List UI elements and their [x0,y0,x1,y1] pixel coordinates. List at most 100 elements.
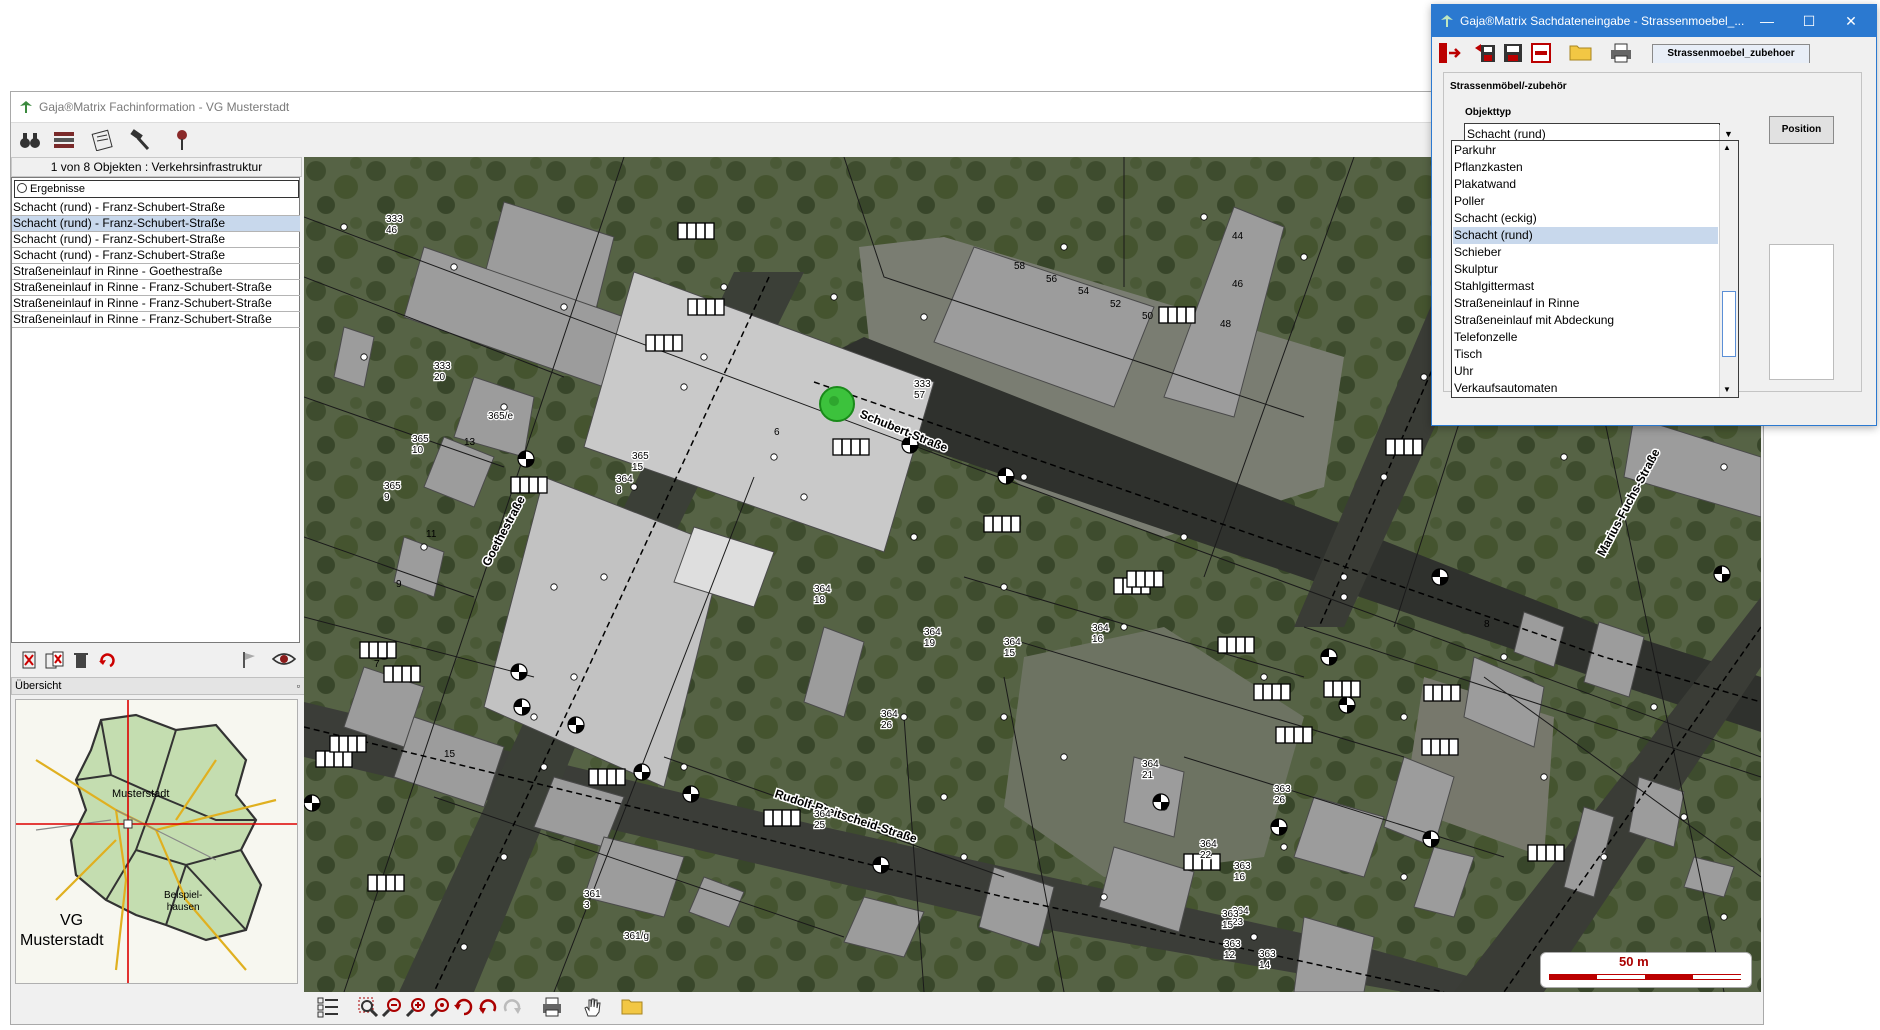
gully-symbol[interactable] [1275,726,1313,744]
close-button[interactable]: ✕ [1836,11,1866,31]
dropdown-option[interactable]: Skulptur [1453,261,1718,278]
manhole-symbol[interactable] [1431,568,1449,586]
delete-all-icon[interactable] [45,651,65,671]
dropdown-option[interactable]: Schacht (rund) [1453,227,1718,244]
delete-record-icon[interactable] [1528,42,1554,66]
gully-symbol[interactable] [588,768,626,786]
zoom-in-icon[interactable] [404,996,428,1020]
folder-icon[interactable] [620,996,644,1020]
undo-icon[interactable] [476,996,500,1020]
result-item[interactable]: Schacht (rund) - Franz-Schubert-Straße [12,216,300,232]
manhole-symbol[interactable] [682,785,700,803]
hammer-icon[interactable] [127,127,153,153]
dropdown-option[interactable]: Pflanzkasten [1453,159,1718,176]
dropdown-option[interactable]: Verkaufsautomaten [1453,380,1718,397]
result-item[interactable]: Schacht (rund) - Franz-Schubert-Straße [12,248,300,264]
delete-selected-icon[interactable] [19,651,39,671]
notes-icon[interactable] [89,127,115,153]
overview-map[interactable]: Musterstadt Beispiel- hausen VG Musterst… [15,699,298,984]
gully-symbol[interactable] [315,750,353,768]
gully-symbol[interactable] [367,874,405,892]
scrollbar-thumb[interactable] [1722,291,1736,357]
gully-symbol[interactable] [677,222,715,240]
zoom-all-icon[interactable] [428,996,452,1020]
dropdown-option[interactable]: Straßeneinlauf in Rinne [1453,295,1718,312]
scroll-down-icon[interactable]: ▼ [1723,385,1731,394]
gully-symbol[interactable] [763,809,801,827]
manhole-symbol[interactable] [510,663,528,681]
eye-icon[interactable] [271,651,297,671]
scroll-up-icon[interactable]: ▲ [1723,143,1731,152]
manhole-symbol[interactable] [304,794,321,812]
position-button[interactable]: Position [1769,116,1834,144]
dropdown-option[interactable]: Plakatwand [1453,176,1718,193]
exit-icon[interactable] [1436,42,1462,66]
gully-symbol[interactable] [510,476,548,494]
flag-icon[interactable] [239,651,259,671]
trash-icon[interactable] [71,651,91,671]
gully-symbol[interactable] [329,735,367,753]
pin-icon[interactable]: ▫ [297,678,300,694]
gully-symbol[interactable] [1217,636,1255,654]
gully-symbol[interactable] [983,515,1021,533]
manhole-symbol[interactable] [517,450,535,468]
pan-hand-icon[interactable] [580,996,604,1020]
notes-textarea[interactable] [1769,244,1834,380]
print-icon[interactable] [1608,42,1634,66]
dropdown-option[interactable]: Uhr [1453,363,1718,380]
save-back-icon[interactable] [1472,42,1498,66]
gully-symbol[interactable] [1253,683,1291,701]
dropdown-option[interactable]: Tisch [1453,346,1718,363]
zoom-box-icon[interactable] [356,996,380,1020]
layers-icon[interactable] [51,127,77,153]
legend-icon[interactable] [316,996,340,1020]
manhole-symbol[interactable] [1152,793,1170,811]
pushpin-icon[interactable] [169,127,195,153]
gully-symbol[interactable] [1423,684,1461,702]
gully-symbol[interactable] [1385,438,1423,456]
manhole-symbol[interactable] [1338,696,1356,714]
gully-symbol[interactable] [645,334,683,352]
manhole-symbol[interactable] [872,856,890,874]
gully-symbol[interactable] [359,641,397,659]
zoom-out-icon[interactable] [380,996,404,1020]
dropdown-scrollbar[interactable]: ▲ ▼ [1719,141,1738,397]
minimize-button[interactable]: — [1752,11,1782,31]
manhole-symbol[interactable] [1320,648,1338,666]
dropdown-option[interactable]: Schacht (eckig) [1453,210,1718,227]
dropdown-option[interactable]: Parkuhr [1453,142,1718,159]
dropdown-option[interactable]: Stahlgittermast [1453,278,1718,295]
results-group-header[interactable]: Ergebnisse [14,180,299,198]
dropdown-option[interactable]: Straßeneinlauf mit Abdeckung [1453,312,1718,329]
dropdown-option[interactable]: Schieber [1453,244,1718,261]
redo-icon[interactable] [500,996,524,1020]
manhole-symbol[interactable] [633,763,651,781]
manhole-symbol[interactable] [513,698,531,716]
gully-symbol[interactable] [832,438,870,456]
gully-symbol[interactable] [1126,570,1164,588]
manhole-symbol[interactable] [567,716,585,734]
refresh-icon[interactable] [452,996,476,1020]
dropdown-option[interactable]: Telefonzelle [1453,329,1718,346]
result-item[interactable]: Straßeneinlauf in Rinne - Franz-Schubert… [12,312,300,328]
result-item[interactable]: Straßeneinlauf in Rinne - Goethestraße [12,264,300,280]
print-icon[interactable] [540,996,564,1020]
gully-symbol[interactable] [1323,680,1361,698]
manhole-symbol[interactable] [1270,818,1288,836]
maximize-button[interactable]: ☐ [1794,11,1824,31]
gully-symbol[interactable] [1158,306,1196,324]
objecttype-dropdown-list[interactable]: Parkuhr Pflanzkasten Plakatwand Poller Schac… [1451,140,1739,398]
result-list[interactable]: Ergebnisse Schacht (rund) - Franz-Schube… [11,177,300,643]
result-item[interactable]: Straßeneinlauf in Rinne - Franz-Schubert… [12,296,300,312]
result-item[interactable]: Schacht (rund) - Franz-Schubert-Straße [12,232,300,248]
gully-symbol[interactable] [1421,738,1459,756]
manhole-symbol[interactable] [1422,830,1440,848]
gully-symbol[interactable] [687,298,725,316]
result-item[interactable]: Schacht (rund) - Franz-Schubert-Straße [12,200,300,216]
gully-symbol[interactable] [1527,844,1565,862]
manhole-symbol[interactable] [997,467,1015,485]
manhole-symbol[interactable] [1713,565,1731,583]
gully-symbol[interactable] [383,665,421,683]
binoculars-icon[interactable] [17,127,43,153]
folder-icon[interactable] [1568,42,1594,66]
